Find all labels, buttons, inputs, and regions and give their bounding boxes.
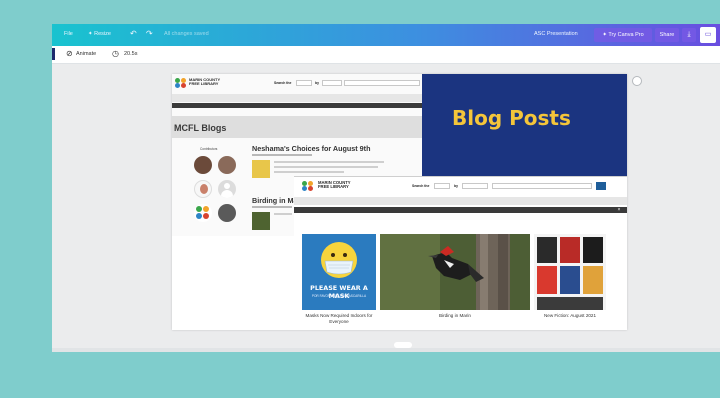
post-meta	[252, 206, 292, 208]
page-indicator	[52, 48, 55, 60]
slide-canvas[interactable]: MARIN COUNTY FREE LIBRARY Search the by M…	[172, 74, 627, 330]
mask-promo-image[interactable]: PLEASE WEAR A MASK POR FAVOR USE UNA MAS…	[302, 234, 376, 310]
post-meta	[252, 154, 312, 156]
book-cover	[583, 266, 603, 294]
card-caption[interactable]: Masks Now Required Indoors for Everyone	[302, 313, 376, 324]
avatar[interactable]	[194, 204, 212, 222]
duration-value[interactable]: 20.5s	[124, 51, 137, 57]
post-title[interactable]: Neshama's Choices for August 9th	[252, 144, 370, 153]
book-cover	[560, 237, 580, 263]
search-scope-select[interactable]	[296, 80, 312, 86]
search-label: Search the	[274, 81, 292, 85]
animate-button[interactable]: Animate	[76, 51, 96, 57]
resize-button[interactable]: ✦ Resize	[88, 31, 111, 37]
post-thumbnail[interactable]	[252, 212, 270, 230]
card-caption[interactable]: Birding in Marin	[380, 313, 530, 319]
avatar[interactable]	[218, 204, 236, 222]
present-icon[interactable]: ▭	[700, 27, 716, 43]
library-name: MARIN COUNTY FREE LIBRARY	[189, 77, 221, 87]
masked-emoji-icon	[321, 242, 357, 278]
share-button[interactable]: Share	[655, 28, 679, 42]
site-navigation[interactable]	[172, 94, 422, 102]
undo-icon[interactable]: ↶	[130, 29, 137, 38]
post-thumbnail[interactable]	[252, 160, 270, 178]
download-icon[interactable]: ⤓	[682, 28, 696, 42]
new-fiction-image[interactable]	[534, 234, 606, 310]
bottom-bar	[52, 348, 720, 352]
search-scope-select[interactable]	[434, 183, 450, 189]
card-caption[interactable]: New Fiction: August 2021	[534, 313, 606, 319]
close-icon[interactable]: ×	[616, 207, 622, 213]
editor-top-bar: File ✦ Resize ↶ ↷ All changes saved ASC …	[52, 24, 720, 46]
avatar[interactable]	[194, 156, 212, 174]
post-excerpt	[274, 213, 292, 215]
file-menu[interactable]: File	[64, 31, 73, 37]
library-name: MARIN COUNTY FREE LIBRARY	[318, 180, 351, 190]
mask-subheading: POR FAVOR USE UNA MASCARILLA	[311, 294, 367, 298]
avatar[interactable]	[218, 180, 236, 198]
site-notice-bar	[294, 207, 627, 213]
redo-icon[interactable]: ↷	[146, 29, 153, 38]
slide-title[interactable]: Blog Posts	[452, 106, 571, 130]
post-title[interactable]: Birding in Ma	[252, 196, 298, 205]
search-label: Search the	[412, 184, 430, 188]
contributors-heading: Contributors	[200, 147, 218, 151]
save-status: All changes saved	[164, 31, 209, 37]
book-cover	[537, 237, 557, 263]
book-cover	[537, 297, 603, 310]
library-logo-icon	[175, 78, 187, 88]
blog-page-title: MCFL Blogs	[174, 123, 227, 133]
search-type-select[interactable]	[322, 80, 342, 86]
avatar[interactable]	[218, 156, 236, 174]
animate-icon[interactable]: ⊘	[66, 49, 73, 58]
search-by-label: by	[315, 81, 319, 85]
homepage-screenshot[interactable]: MARIN COUNTY FREE LIBRARY Search the by ×…	[294, 176, 627, 330]
search-by-label: by	[454, 184, 458, 188]
post-excerpt	[274, 161, 384, 163]
search-type-select[interactable]	[462, 183, 488, 189]
book-cover	[537, 266, 557, 294]
document-title[interactable]: ASC Presentation	[534, 31, 578, 37]
search-button[interactable]	[596, 182, 606, 190]
post-excerpt	[274, 171, 344, 173]
comment-icon[interactable]	[632, 76, 642, 86]
library-logo-icon	[302, 181, 314, 191]
site-navigation[interactable]	[294, 197, 627, 205]
editor-toolbar: ⊘ Animate ◷ 20.5s	[52, 46, 720, 64]
try-pro-button[interactable]: ✦ Try Canva Pro	[594, 28, 652, 42]
title-card[interactable]: Blog Posts	[422, 74, 627, 176]
search-input[interactable]	[492, 183, 592, 189]
page-scroll-handle[interactable]	[394, 342, 412, 348]
birding-image[interactable]	[380, 234, 530, 310]
woodpecker-photo	[380, 234, 530, 310]
post-excerpt	[274, 166, 378, 168]
avatar[interactable]	[194, 180, 212, 198]
book-cover	[560, 266, 580, 294]
timer-icon[interactable]: ◷	[112, 49, 119, 58]
search-input[interactable]	[344, 80, 420, 86]
site-notice-bar	[172, 103, 422, 108]
book-cover	[583, 237, 603, 263]
